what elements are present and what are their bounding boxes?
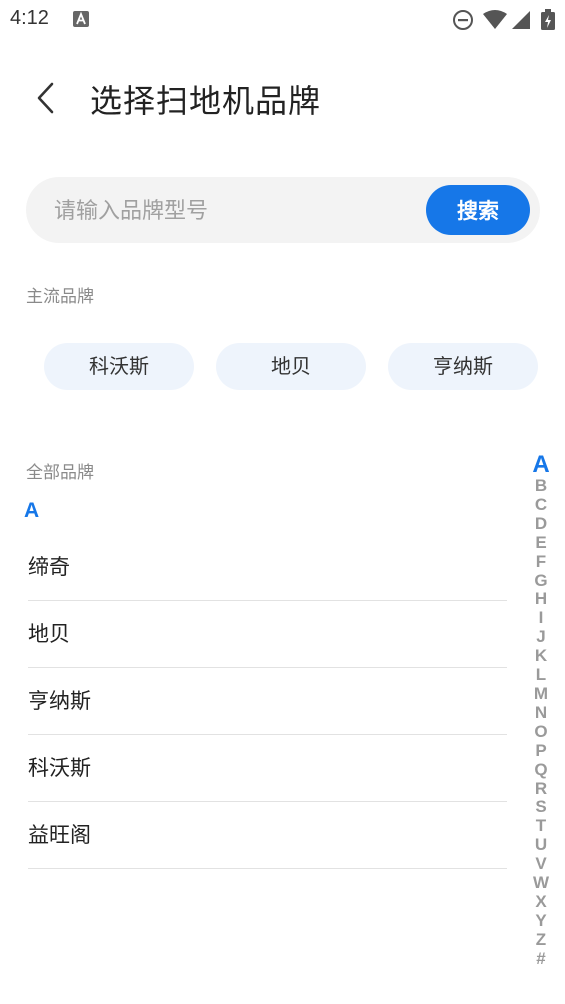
index-letter-f[interactable]: F — [526, 552, 556, 572]
index-letter-m[interactable]: M — [526, 684, 556, 704]
popular-brand-chip[interactable]: 科沃斯 — [44, 343, 194, 390]
index-letter-e[interactable]: E — [526, 533, 556, 553]
index-letter-q[interactable]: Q — [526, 760, 556, 780]
index-letter-l[interactable]: L — [526, 665, 556, 685]
index-letter-u[interactable]: U — [526, 835, 556, 855]
index-letter-s[interactable]: S — [526, 798, 556, 817]
search-button[interactable]: 搜索 — [426, 185, 530, 235]
wifi-icon — [483, 10, 507, 29]
brand-list: 缔奇 地贝 亨纳斯 科沃斯 益旺阁 — [28, 534, 507, 869]
index-letter-y[interactable]: Y — [526, 911, 556, 931]
popular-brands-label: 主流品牌 — [26, 287, 94, 307]
index-letter-k[interactable]: K — [526, 646, 556, 666]
brand-list-item[interactable]: 缔奇 — [28, 534, 507, 601]
index-letter-t[interactable]: T — [526, 816, 556, 836]
index-letter-v[interactable]: V — [526, 854, 556, 874]
index-letter-w[interactable]: W — [526, 873, 556, 893]
index-letter-j[interactable]: J — [526, 627, 556, 647]
index-letter-n[interactable]: N — [526, 703, 556, 723]
search-bar: 搜索 — [26, 177, 540, 243]
alphabet-index-bar[interactable]: A B C D E F G H I J K L M N O P Q R S T U V W X Y Z # — [526, 452, 556, 969]
status-time: 4:12 — [10, 7, 49, 29]
index-letter-x[interactable]: X — [526, 892, 556, 912]
index-letter-c[interactable]: C — [526, 495, 556, 515]
brand-list-item[interactable]: 地贝 — [28, 601, 507, 668]
index-letter-b[interactable]: B — [526, 476, 556, 496]
brand-list-item[interactable]: 亨纳斯 — [28, 668, 507, 735]
do-not-disturb-icon — [453, 10, 473, 30]
cellular-signal-icon — [512, 11, 530, 29]
all-brands-label: 全部品牌 — [26, 463, 94, 483]
index-letter-z[interactable]: Z — [526, 930, 556, 950]
back-arrow-icon[interactable] — [30, 80, 66, 116]
search-input[interactable] — [52, 193, 426, 229]
letter-section-header: A — [24, 499, 40, 522]
brand-list-item[interactable]: 益旺阁 — [28, 802, 507, 869]
index-letter-g[interactable]: G — [526, 571, 556, 591]
popular-brand-chip[interactable]: 亨纳斯 — [388, 343, 538, 390]
brand-list-item[interactable]: 科沃斯 — [28, 735, 507, 802]
index-letter-a[interactable]: A — [526, 452, 556, 477]
battery-icon — [541, 9, 555, 30]
index-letter-d[interactable]: D — [526, 514, 556, 534]
page-title: 选择扫地机品牌 — [90, 82, 322, 120]
index-letter-o[interactable]: O — [526, 722, 556, 742]
index-letter-r[interactable]: R — [526, 779, 556, 799]
status-bar: 4:12 — [0, 0, 565, 40]
popular-brand-chip[interactable]: 地贝 — [216, 343, 366, 390]
index-letter-i[interactable]: I — [526, 608, 556, 628]
index-letter-h[interactable]: H — [526, 590, 556, 609]
index-letter-hash[interactable]: # — [526, 949, 556, 969]
index-letter-p[interactable]: P — [526, 741, 556, 761]
app-header: 选择扫地机品牌 — [0, 60, 565, 140]
notification-app-icon — [73, 11, 89, 27]
